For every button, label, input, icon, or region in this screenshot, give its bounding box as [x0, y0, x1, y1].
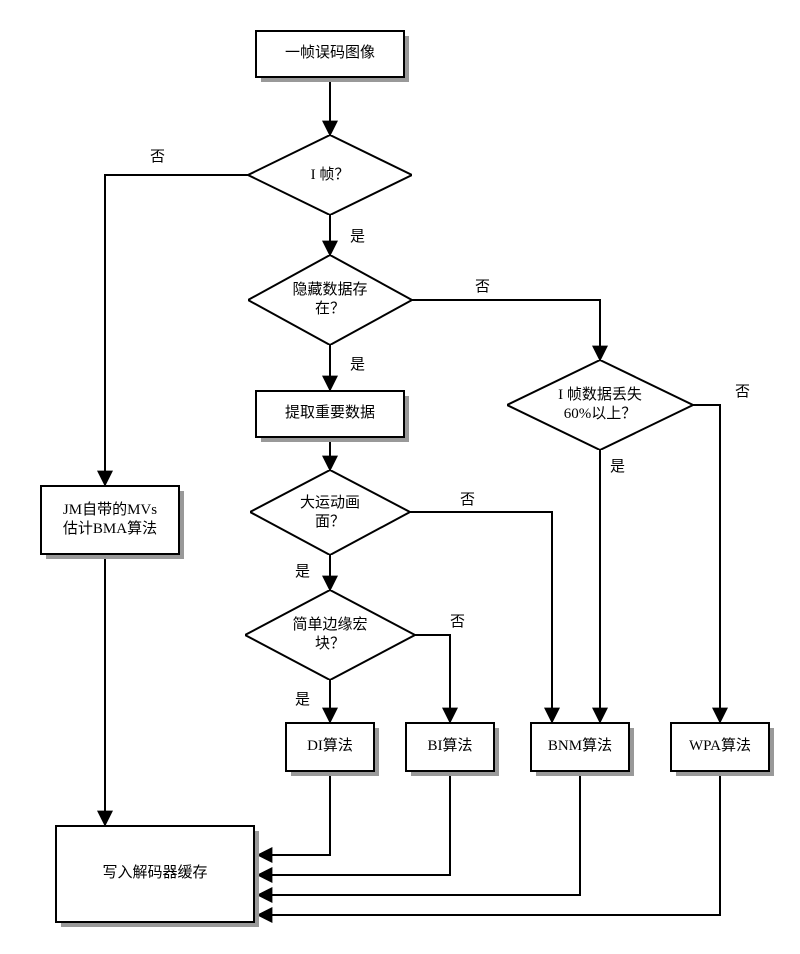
node-decision-simpleedge: 简单边缘宏 块？ — [245, 590, 246, 591]
node-write: 写入解码器缓存 — [55, 825, 255, 923]
node-start-text: 一帧误码图像 — [285, 44, 375, 64]
node-decision-bigmotion: 大运动画 面？ — [250, 470, 251, 471]
node-decision-iframe: I 帧？ — [248, 135, 249, 136]
branch-label-no: 否 — [735, 380, 750, 401]
node-decision-hidden-text: 隐藏数据存 在？ — [292, 281, 367, 319]
node-di: DI算法 — [285, 722, 375, 772]
branch-label-yes: 是 — [295, 560, 310, 581]
node-di-text: DI算法 — [307, 737, 353, 757]
branch-label-no: 否 — [475, 275, 490, 296]
node-write-text: 写入解码器缓存 — [102, 864, 207, 884]
node-extract: 提取重要数据 — [255, 390, 405, 438]
node-jm-text: JM自带的MVs 估计BMA算法 — [63, 501, 157, 540]
node-bi-text: BI算法 — [427, 737, 472, 757]
branch-label-yes: 是 — [350, 353, 365, 374]
flowchart-canvas: 一帧误码图像 I 帧？ 隐藏数据存 在？ 提取重要数据 大运动画 面？ 简单边缘… — [0, 0, 800, 954]
branch-label-yes: 是 — [295, 688, 310, 709]
node-bnm: BNM算法 — [530, 722, 630, 772]
node-start: 一帧误码图像 — [255, 30, 405, 78]
node-decision-60pct-text: I 帧数据丢失 60%以上？ — [558, 386, 642, 424]
branch-label-no: 否 — [450, 610, 465, 631]
node-wpa: WPA算法 — [670, 722, 770, 772]
node-bnm-text: BNM算法 — [548, 737, 612, 757]
node-extract-text: 提取重要数据 — [285, 404, 375, 424]
node-bi: BI算法 — [405, 722, 495, 772]
node-jm: JM自带的MVs 估计BMA算法 — [40, 485, 180, 555]
node-wpa-text: WPA算法 — [689, 737, 751, 757]
node-decision-iframe-text: I 帧？ — [311, 166, 350, 185]
branch-label-no: 否 — [150, 145, 165, 166]
branch-label-yes: 是 — [350, 225, 365, 246]
branch-label-yes: 是 — [610, 455, 625, 476]
node-decision-hidden: 隐藏数据存 在？ — [248, 255, 249, 256]
node-decision-bigmotion-text: 大运动画 面？ — [300, 494, 360, 532]
node-decision-simpleedge-text: 简单边缘宏 块？ — [292, 616, 367, 654]
branch-label-no: 否 — [460, 488, 475, 509]
node-decision-60pct: I 帧数据丢失 60%以上？ — [507, 360, 508, 361]
